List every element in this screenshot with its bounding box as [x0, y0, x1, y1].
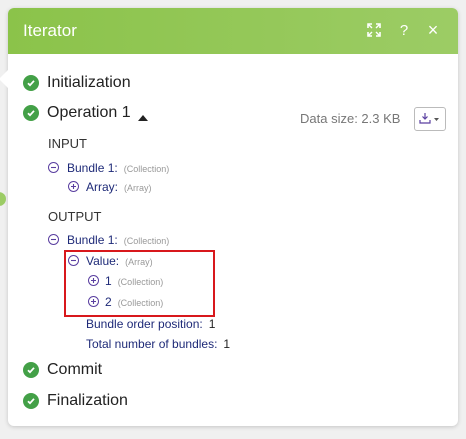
tree-key: Bundle order position:: [86, 317, 203, 331]
tree-key: Array:: [86, 180, 119, 194]
tree-value: 1: [208, 317, 216, 331]
tree-key: Total number of bundles:: [86, 337, 218, 351]
output-bundle-row: Bundle 1: (Collection): [67, 233, 169, 247]
tree-key: Bundle 1:: [67, 233, 118, 247]
tree-type: (Collection): [123, 164, 170, 174]
tree-value: 1: [223, 337, 231, 351]
step-operation[interactable]: Operation 1: [47, 104, 131, 122]
help-button[interactable]: ?: [393, 19, 415, 41]
bundle-order-row: Bundle order position: 1: [86, 317, 215, 331]
check-circle-icon: [23, 393, 39, 409]
output-section-label: OUTPUT: [48, 209, 102, 224]
highlight-box: [64, 250, 215, 317]
tree-key: Bundle 1:: [67, 161, 118, 175]
input-array-row: Array: (Array): [86, 180, 152, 194]
total-bundles-row: Total number of bundles: 1: [86, 337, 230, 351]
check-circle-icon: [23, 75, 39, 91]
panel-pointer: [0, 70, 8, 88]
close-button[interactable]: ×: [422, 19, 444, 41]
check-circle-icon: [23, 362, 39, 378]
panel-title: Iterator: [23, 21, 77, 40]
step-initialization[interactable]: Initialization: [47, 74, 131, 92]
iterator-panel: Iterator ? × Initialization Operation 1 …: [8, 8, 458, 426]
tree-type: (Array): [124, 183, 152, 193]
collapse-toggle-icon[interactable]: [48, 162, 59, 173]
input-bundle-row: Bundle 1: (Collection): [67, 161, 169, 175]
panel-header: Iterator ? ×: [8, 8, 458, 54]
collapse-toggle-icon[interactable]: [48, 234, 59, 245]
step-commit[interactable]: Commit: [47, 361, 102, 379]
expand-icon[interactable]: [363, 19, 385, 41]
data-size-label: Data size: 2.3 KB: [300, 111, 401, 126]
caret-up-icon[interactable]: [138, 109, 148, 127]
tree-type: (Collection): [123, 236, 170, 246]
input-section-label: INPUT: [48, 136, 87, 151]
download-icon: [419, 113, 439, 124]
expand-toggle-icon[interactable]: [68, 181, 79, 192]
download-button[interactable]: [414, 107, 446, 131]
check-circle-icon: [23, 105, 39, 121]
module-connector: [0, 192, 6, 206]
step-finalization[interactable]: Finalization: [47, 392, 128, 410]
